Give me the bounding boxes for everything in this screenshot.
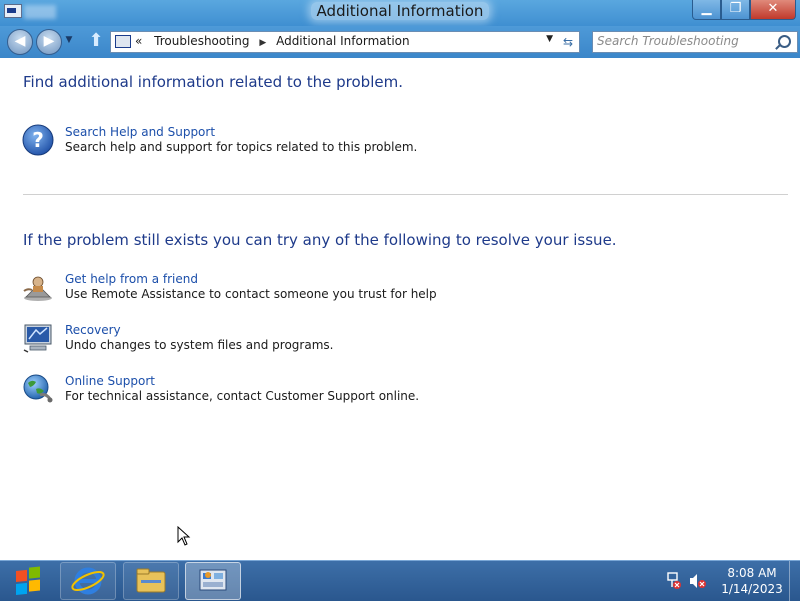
breadcrumb-overflow[interactable]: « [135,34,142,48]
search-input[interactable] [597,33,767,49]
refresh-button[interactable]: ⇆ [557,31,580,53]
svg-text:?: ? [32,128,44,152]
recent-pages-dropdown[interactable]: ▼ [64,29,74,53]
task-get-help-friend: Get help from a friend Use Remote Assist… [22,271,522,311]
recovery-icon [23,324,52,353]
globe-icon [23,374,53,403]
title-bar: Additional Information ▁ ❐ ✕ [0,0,800,26]
navigation-bar: ◀ ▶ ▼ ⬆ « Troubleshooting ▶ Additional I… [0,26,800,58]
clock-date: 1/14/2023 [721,582,783,596]
section-heading-resolve-issue: If the problem still exists you can try … [23,231,617,249]
network-icon[interactable] [667,572,681,589]
chevron-right-icon[interactable]: ▶ [259,38,266,48]
recovery-description: Undo changes to system files and program… [65,338,334,352]
search-icon[interactable] [778,35,791,48]
breadcrumb-additional-information[interactable]: Additional Information [276,34,410,48]
window-title: Additional Information [0,2,800,20]
section-heading-additional-info: Find additional information related to t… [23,73,403,91]
help-icon: ? [22,124,54,156]
minimize-button[interactable]: ▁ [692,0,721,20]
search-help-support-description: Search help and support for topics relat… [65,140,418,154]
search-box[interactable] [592,31,798,53]
tray-icons [667,572,706,589]
taskbar: 8:08 AM 1/14/2023 [0,560,800,601]
internet-explorer-icon [71,567,105,595]
recovery-link[interactable]: Recovery [65,323,121,337]
forward-button[interactable]: ▶ [36,29,62,55]
file-explorer-icon [136,568,166,593]
task-recovery: Recovery Undo changes to system files an… [22,322,522,362]
restore-button[interactable]: ❐ [721,0,750,20]
section-divider [23,194,788,195]
task-search-help: ? Search Help and Support Search help an… [22,124,522,164]
breadcrumb-troubleshooting[interactable]: Troubleshooting [154,34,249,48]
address-dropdown-icon[interactable]: ▼ [546,34,553,44]
search-help-support-link[interactable]: Search Help and Support [65,125,215,139]
volume-muted-icon[interactable] [690,574,706,588]
up-arrow-icon[interactable]: ⬆ [86,29,106,53]
main-content: Find additional information related to t… [0,58,800,560]
get-help-from-friend-link[interactable]: Get help from a friend [65,272,198,286]
breadcrumb: « Troubleshooting ▶ Additional Informati… [135,34,410,48]
close-button[interactable]: ✕ [750,0,796,20]
control-panel-icon [115,35,131,48]
task-online-support: Online Support For technical assistance,… [22,373,522,413]
online-support-description: For technical assistance, contact Custom… [65,389,420,403]
control-panel-icon [199,569,227,591]
taskbar-ie-button[interactable] [60,562,116,600]
mouse-pointer-icon [177,526,191,546]
taskbar-control-panel-button[interactable] [185,562,241,600]
system-tray [662,569,722,593]
start-button[interactable] [4,563,54,599]
address-bar[interactable]: « Troubleshooting ▶ Additional Informati… [110,31,558,53]
window-controls: ▁ ❐ ✕ [692,0,796,20]
clock-time: 8:08 AM [727,566,777,580]
get-help-from-friend-description: Use Remote Assistance to contact someone… [65,287,437,301]
taskbar-file-explorer-button[interactable] [123,562,179,600]
remote-assistance-icon [23,276,52,301]
back-button[interactable]: ◀ [7,29,33,55]
show-desktop-button[interactable] [789,561,800,601]
online-support-link[interactable]: Online Support [65,374,155,388]
taskbar-clock[interactable]: 8:08 AM 1/14/2023 [720,565,784,597]
